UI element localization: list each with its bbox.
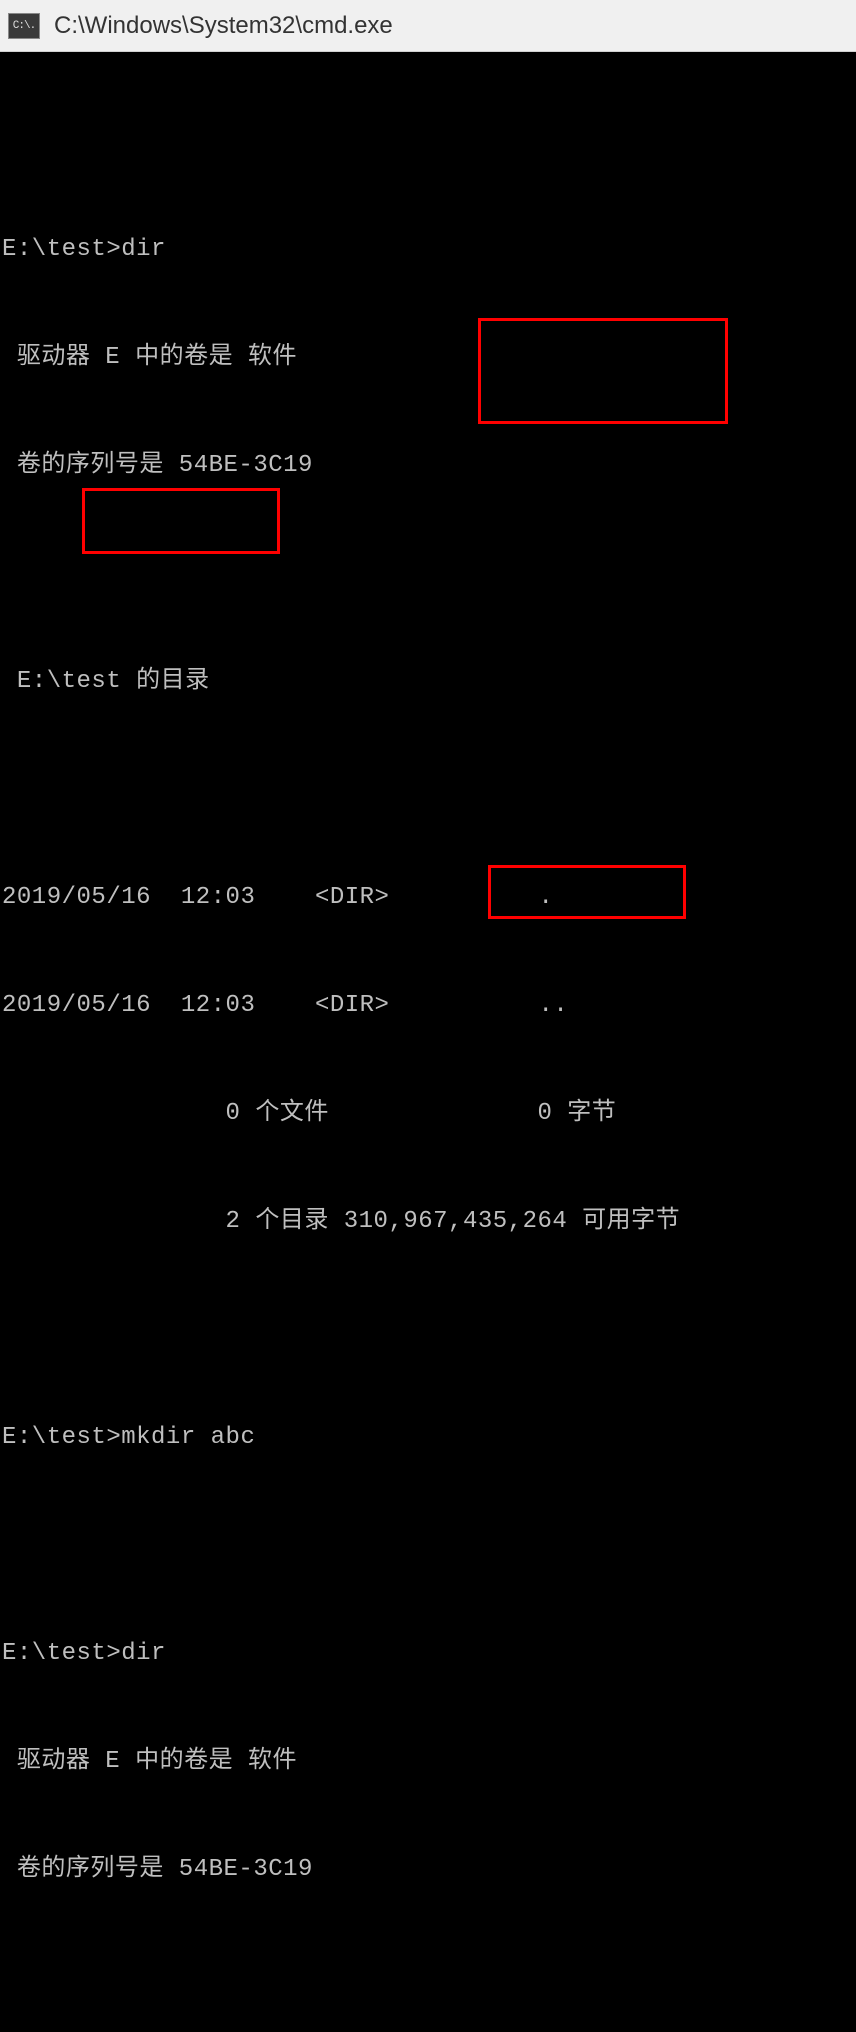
terminal-line	[0, 556, 856, 592]
terminal-line: 卷的序列号是 54BE-3C19	[0, 448, 856, 484]
terminal-line: 驱动器 E 中的卷是 软件	[0, 340, 856, 376]
terminal-line	[0, 124, 856, 160]
window-title: C:\Windows\System32\cmd.exe	[54, 12, 393, 40]
terminal-line: 2 个目录 310,967,435,264 可用字节	[0, 1204, 856, 1240]
terminal-line: E:\test 的目录	[0, 664, 856, 700]
terminal-line	[0, 772, 856, 808]
highlight-mkdir-command	[82, 488, 280, 554]
titlebar[interactable]: C:\. C:\Windows\System32\cmd.exe	[0, 0, 856, 52]
terminal-line: 卷的序列号是 54BE-3C19	[0, 1852, 856, 1888]
terminal-line	[0, 1312, 856, 1348]
terminal-area[interactable]: E:\test>dir 驱动器 E 中的卷是 软件 卷的序列号是 54BE-3C…	[0, 52, 856, 1016]
terminal-line: 2019/05/16 12:03 <DIR> ..	[0, 988, 856, 1024]
terminal-line	[0, 1528, 856, 1564]
terminal-line: 驱动器 E 中的卷是 软件	[0, 1744, 856, 1780]
terminal-line: E:\test>dir	[0, 232, 856, 268]
cmd-icon: C:\.	[8, 13, 40, 39]
terminal-line: E:\test>mkdir abc	[0, 1420, 856, 1456]
terminal-line: 2019/05/16 12:03 <DIR> .	[0, 880, 856, 916]
terminal-line	[0, 1960, 856, 1996]
terminal-line: E:\test>dir	[0, 1636, 856, 1672]
terminal-line: 0 个文件 0 字节	[0, 1096, 856, 1132]
